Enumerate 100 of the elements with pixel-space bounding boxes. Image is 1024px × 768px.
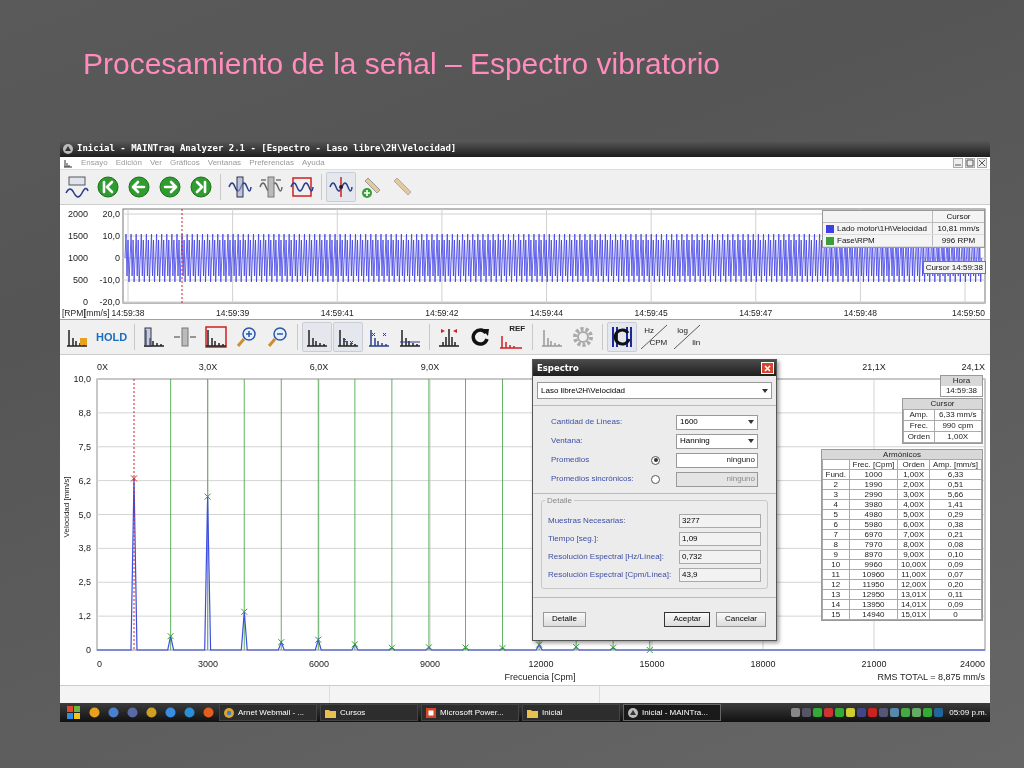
table-cell: 13 [822, 589, 850, 600]
axis-label: 9000 [420, 659, 440, 669]
axis-label: 5,0 [78, 509, 91, 520]
legend-value: 996 RPM [932, 235, 984, 246]
sync-button[interactable] [607, 322, 638, 352]
axis-label: 1000 [67, 253, 88, 263]
axis-label: 14:59:47 [739, 308, 773, 318]
slide-title: Procesamiento de la señal – Espectro vibratorio [83, 46, 721, 82]
app-icon [107, 707, 119, 718]
table-cell: 8970 [849, 549, 898, 560]
app-icon [202, 707, 214, 718]
peak-marker [425, 643, 433, 651]
axis-label: 10,0 [102, 231, 120, 241]
column-header: Amp. [mm/s] [929, 459, 982, 470]
table-cell: 0,38 [929, 519, 982, 530]
zoom-frame-icon [290, 175, 314, 199]
band-icon [228, 175, 252, 199]
dialog-button[interactable]: Cancelar [716, 611, 766, 627]
peak-marker [167, 632, 175, 640]
table-cell: 0,09 [929, 559, 982, 570]
table-cell: 12 [822, 579, 850, 590]
peak-marker [535, 641, 543, 649]
axis-label: -10,0 [99, 275, 120, 285]
table-cell: 1990 [849, 479, 898, 490]
dialog-button[interactable]: Aceptar [664, 611, 710, 627]
zoom-frame-icon [204, 325, 229, 349]
axis-label: 14:59:42 [425, 308, 459, 318]
axis-label: 18000 [750, 659, 776, 669]
table-cell: 6,00X [897, 519, 930, 530]
axis-label: 1500 [67, 231, 88, 241]
axis-label: 12000 [528, 659, 554, 669]
order-label: 0X [97, 362, 108, 372]
peak-marker [277, 638, 285, 646]
input-field[interactable]: ninguno [676, 452, 758, 468]
dropdown[interactable]: 1600 [676, 414, 758, 430]
axis-label: 0 [115, 253, 120, 263]
field-label: Tiempo [seg.]: [548, 532, 600, 545]
harmonics-button[interactable] [333, 322, 364, 352]
table-cell: Frec. [903, 420, 934, 432]
taskbar-button[interactable]: Inicial [522, 704, 620, 721]
app-icon [145, 707, 157, 718]
column-header: Orden [897, 459, 930, 470]
axis-label: -20,0 [99, 297, 120, 307]
move-icon [173, 325, 198, 349]
table-cell: 4980 [849, 509, 898, 520]
band-icon [142, 325, 167, 349]
axis-label: 14:59:45 [634, 308, 668, 318]
source-dropdown[interactable]: Laso libre\2H\Velocidad [537, 382, 772, 399]
slides-icon [426, 707, 436, 718]
order-label: 6,0X [309, 362, 329, 372]
table-cell: 1,00X [934, 431, 982, 443]
field-label: Muestras Necesarias: [548, 514, 627, 527]
clock: 05:09 p.m. [949, 706, 987, 719]
app-icon [164, 707, 176, 718]
cursor-button[interactable] [326, 172, 356, 202]
table-cell: 12950 [849, 589, 898, 600]
reference-button[interactable]: REF [496, 322, 529, 352]
field-label: Promedios sincrónicos: [551, 473, 635, 485]
axis-label: 8,8 [78, 407, 91, 418]
axis-title: Frecuencia [Cpm] [504, 672, 576, 682]
dropdown-arrow-icon [747, 418, 755, 426]
app-menu-icon [63, 158, 73, 168]
table-cell: 0 [929, 609, 982, 620]
peak-marker [609, 644, 617, 652]
arrow-left-icon [127, 175, 151, 199]
dropdown[interactable]: Hanning [676, 433, 758, 449]
table-cell: 7,00X [897, 529, 930, 540]
table-cell: 3 [822, 489, 850, 500]
table-cell: 0,20 [929, 579, 982, 590]
table-cell: 1,00X [897, 469, 930, 480]
folder-icon [325, 707, 336, 718]
app-icon [63, 143, 73, 154]
spectrum-button[interactable] [302, 322, 333, 352]
axis-label: 3,8 [78, 543, 91, 554]
skip-back-icon [96, 175, 120, 199]
axis-label: 0 [97, 659, 102, 669]
close-icon [764, 364, 771, 372]
taskbar-button[interactable]: Microsoft Power... [421, 704, 519, 721]
axis-label: 14:59:50 [951, 308, 985, 318]
table-cell: 15,01X [897, 609, 930, 620]
windows-icon [66, 706, 80, 719]
radio-button[interactable] [651, 455, 660, 465]
axis-label: 6000 [309, 659, 329, 669]
close-button[interactable] [761, 362, 774, 374]
table-cell: 9960 [849, 559, 898, 570]
hold-button[interactable]: HOLD [93, 322, 131, 352]
panel-value: 14:59:38 [944, 386, 979, 396]
taskbar-button[interactable]: Cursos [320, 704, 418, 721]
panel-header: Hora [941, 376, 982, 386]
table-cell: 15 [822, 609, 850, 620]
dropdown-arrow-icon [761, 386, 769, 395]
taskbar-button[interactable]: Arnet Webmail - ... [219, 704, 317, 721]
globe-icon [224, 707, 234, 718]
axis-label: 0 [86, 645, 91, 655]
cursor-icon [329, 175, 353, 199]
order-label: 21,1X [862, 362, 886, 372]
peak-marker [314, 636, 322, 644]
dialog-button[interactable]: Detalle [543, 611, 586, 627]
taskbar-button[interactable]: Inicial - MAINTra... [623, 704, 721, 721]
table-cell: 9 [822, 549, 850, 560]
